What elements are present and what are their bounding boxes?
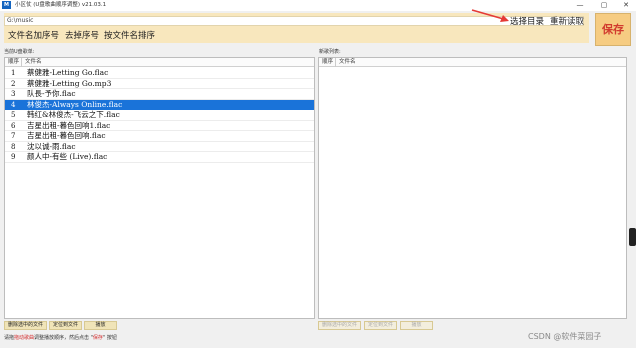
table-row[interactable]: 3 队長-予你.flac bbox=[5, 89, 314, 100]
table-row[interactable]: 4 林俊杰-Always Online.flac bbox=[5, 99, 314, 110]
row-filename: 颜人中-有些 (Live).flac bbox=[27, 152, 108, 161]
choose-directory-button[interactable]: 选择目录 bbox=[510, 17, 544, 28]
left-col-name[interactable]: 文件名 bbox=[25, 58, 42, 67]
row-filename: 吉星出租-暮色回响.flac bbox=[27, 131, 106, 140]
row-filename: 林俊杰-Always Online.flac bbox=[27, 99, 123, 109]
row-index: 2 bbox=[11, 79, 16, 88]
table-row[interactable]: 1 蔡健雅-Letting Go.flac bbox=[5, 68, 314, 79]
left-column-header: 顺序 文件名 bbox=[5, 58, 314, 67]
add-number-button[interactable]: 文件名加序号 bbox=[8, 31, 59, 42]
row-index: 4 bbox=[11, 100, 16, 109]
window-title: 小区仗 (U盘歌曲顺序调整) v21.03.1 bbox=[15, 2, 107, 8]
sort-by-name-button[interactable]: 按文件名排序 bbox=[104, 31, 155, 42]
current-list-panel[interactable]: 顺序 文件名 1 蔡健雅-Letting Go.flac 2 蔡健雅-Letting … bbox=[4, 57, 315, 319]
app-icon: M bbox=[2, 1, 11, 9]
right-locate-button[interactable]: 定位到文件 bbox=[364, 321, 397, 330]
close-button[interactable]: ✕ bbox=[618, 0, 634, 11]
row-index: 8 bbox=[11, 142, 16, 151]
row-index: 3 bbox=[11, 90, 16, 98]
column-divider bbox=[21, 58, 22, 67]
reload-button[interactable]: 重新读取 bbox=[550, 17, 584, 28]
left-col-index[interactable]: 顺序 bbox=[8, 58, 19, 67]
left-locate-button[interactable]: 定位到文件 bbox=[49, 321, 82, 330]
row-filename: 韩红&林俊杰-飞云之下.flac bbox=[27, 110, 120, 119]
table-row[interactable]: 9 颜人中-有些 (Live).flac bbox=[5, 152, 314, 163]
left-play-button[interactable]: 播放 bbox=[84, 321, 117, 330]
row-filename: 吉星出租-暮色回响1.flac bbox=[27, 120, 111, 130]
left-delete-button[interactable]: 删除选中的文件 bbox=[4, 321, 47, 330]
left-rows: 1 蔡健雅-Letting Go.flac 2 蔡健雅-Letting Go.mp3 3… bbox=[5, 68, 314, 163]
status-middle: 调整播放顺序，然后点击 " bbox=[34, 335, 93, 341]
row-filename: 蔡健雅-Letting Go.flac bbox=[27, 68, 109, 77]
column-divider bbox=[335, 58, 336, 67]
right-col-index[interactable]: 顺序 bbox=[322, 58, 333, 67]
status-save-word: 保存 bbox=[92, 335, 103, 341]
row-filename: 队長-予你.flac bbox=[27, 89, 76, 98]
right-panel-label: 新歌列表: bbox=[319, 49, 341, 55]
side-handle[interactable] bbox=[629, 228, 636, 246]
status-prefix: 请拖 bbox=[4, 335, 15, 341]
watermark: CSDN @软件菜园子 bbox=[528, 332, 602, 341]
table-row[interactable]: 8 沈以诚-雨.flac bbox=[5, 141, 314, 152]
row-index: 6 bbox=[11, 121, 16, 130]
directory-path: G:\music bbox=[7, 17, 34, 24]
table-row[interactable]: 7 吉星出租-暮色回响.flac bbox=[5, 131, 314, 142]
maximize-button[interactable]: ▢ bbox=[596, 0, 612, 11]
right-play-button[interactable]: 播放 bbox=[400, 321, 433, 330]
red-arrow-icon bbox=[471, 9, 509, 22]
status-suffix: " 按钮 bbox=[102, 335, 117, 341]
minimize-button[interactable]: — bbox=[572, 0, 588, 11]
right-column-header: 顺序 文件名 bbox=[319, 58, 626, 67]
table-row[interactable]: 2 蔡健雅-Letting Go.mp3 bbox=[5, 78, 314, 89]
right-col-name[interactable]: 文件名 bbox=[339, 58, 356, 67]
row-filename: 沈以诚-雨.flac bbox=[27, 141, 76, 151]
table-row[interactable]: 5 韩红&林俊杰-飞云之下.flac bbox=[5, 110, 314, 121]
status-highlight: 拖动歌曲 bbox=[14, 335, 35, 341]
row-index: 5 bbox=[11, 111, 16, 119]
save-button[interactable]: 保存 bbox=[595, 13, 631, 46]
table-row[interactable]: 6 吉星出租-暮色回响1.flac bbox=[5, 120, 314, 131]
row-index: 9 bbox=[11, 153, 16, 161]
row-index: 1 bbox=[11, 69, 16, 77]
row-index: 7 bbox=[11, 132, 16, 140]
row-filename: 蔡健雅-Letting Go.mp3 bbox=[27, 78, 112, 88]
left-panel-label: 当前U盘歌单: bbox=[4, 49, 35, 55]
status-hint: 请拖拖动歌曲调整播放顺序，然后点击 "保存" 按钮 bbox=[4, 334, 117, 343]
right-delete-button[interactable]: 删除选中的文件 bbox=[318, 321, 361, 330]
title-bar: M 小区仗 (U盘歌曲顺序调整) v21.03.1 — ▢ ✕ bbox=[0, 0, 636, 11]
remove-number-button[interactable]: 去掉序号 bbox=[65, 31, 99, 42]
new-list-panel[interactable]: 顺序 文件名 bbox=[318, 57, 627, 319]
